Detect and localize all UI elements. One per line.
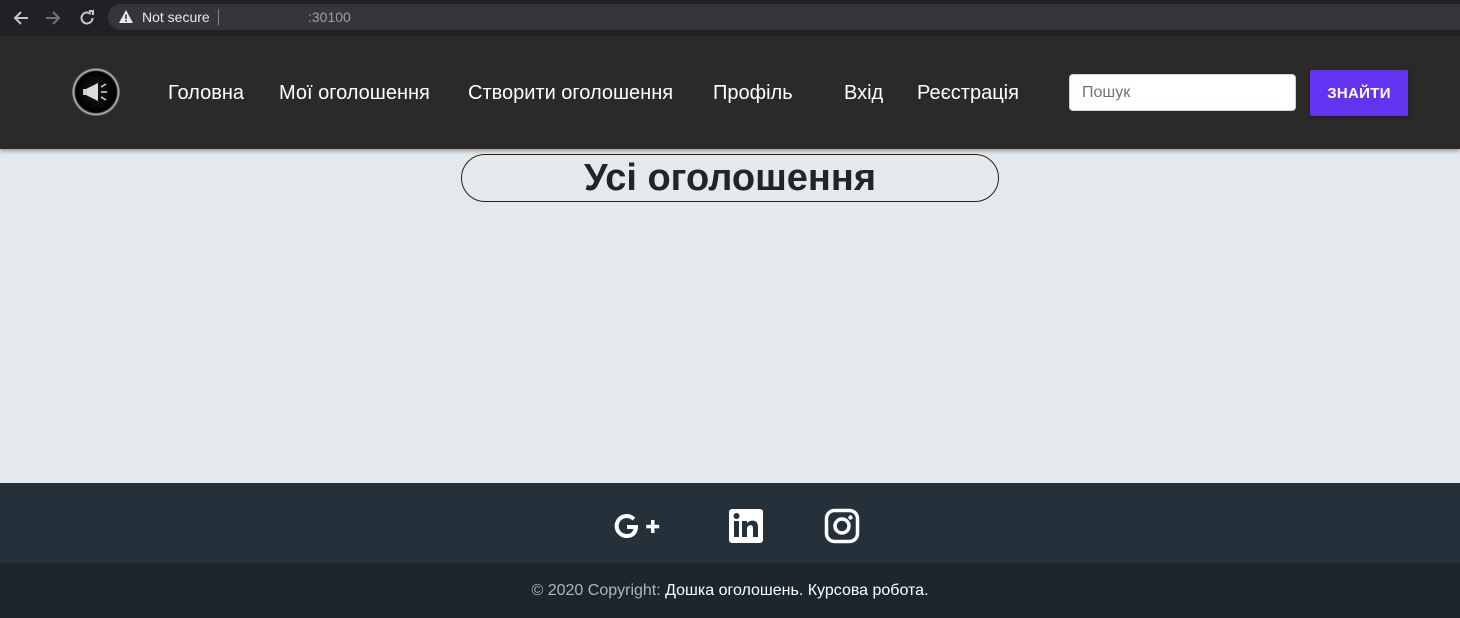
page-title: Усі оголошення xyxy=(583,156,877,199)
url-separator xyxy=(218,9,219,25)
nav-link-register[interactable]: Реєстрація xyxy=(917,82,1019,105)
search-input[interactable] xyxy=(1069,74,1296,111)
megaphone-logo-icon[interactable] xyxy=(72,68,120,116)
browser-toolbar: Not secure :30100 xyxy=(0,0,1460,36)
forward-arrow-icon[interactable] xyxy=(42,7,64,29)
copyright-name-link[interactable]: Дошка оголошень. Курсова робота. xyxy=(665,582,928,599)
nav-link-my-ads[interactable]: Мої оголошення xyxy=(279,82,430,105)
security-label[interactable]: Not secure xyxy=(142,9,210,25)
url-text[interactable]: :30100 xyxy=(308,9,351,25)
warning-icon[interactable] xyxy=(118,9,134,25)
reload-icon[interactable] xyxy=(76,7,98,29)
site-navbar: Головна Мої оголошення Створити оголошен… xyxy=(0,36,1460,149)
footer-copyright: © 2020 Copyright: Дошка оголошень. Курсо… xyxy=(0,563,1460,618)
back-arrow-icon[interactable] xyxy=(10,7,32,29)
page-title-box: Усі оголошення xyxy=(461,154,999,202)
address-bar[interactable]: Not secure :30100 xyxy=(108,4,1460,30)
nav-link-login[interactable]: Вхід xyxy=(844,82,883,105)
instagram-icon[interactable] xyxy=(824,508,864,544)
google-plus-icon[interactable] xyxy=(612,508,660,544)
copyright-prefix: © 2020 Copyright: xyxy=(531,582,661,599)
nav-link-create-ad[interactable]: Створити оголошення xyxy=(468,82,673,105)
nav-link-profile[interactable]: Профіль xyxy=(713,82,793,105)
footer-social-bar xyxy=(0,483,1460,563)
nav-link-home[interactable]: Головна xyxy=(168,82,244,105)
search-button[interactable]: ЗНАЙТИ xyxy=(1310,70,1408,116)
linkedin-icon[interactable] xyxy=(728,508,768,544)
